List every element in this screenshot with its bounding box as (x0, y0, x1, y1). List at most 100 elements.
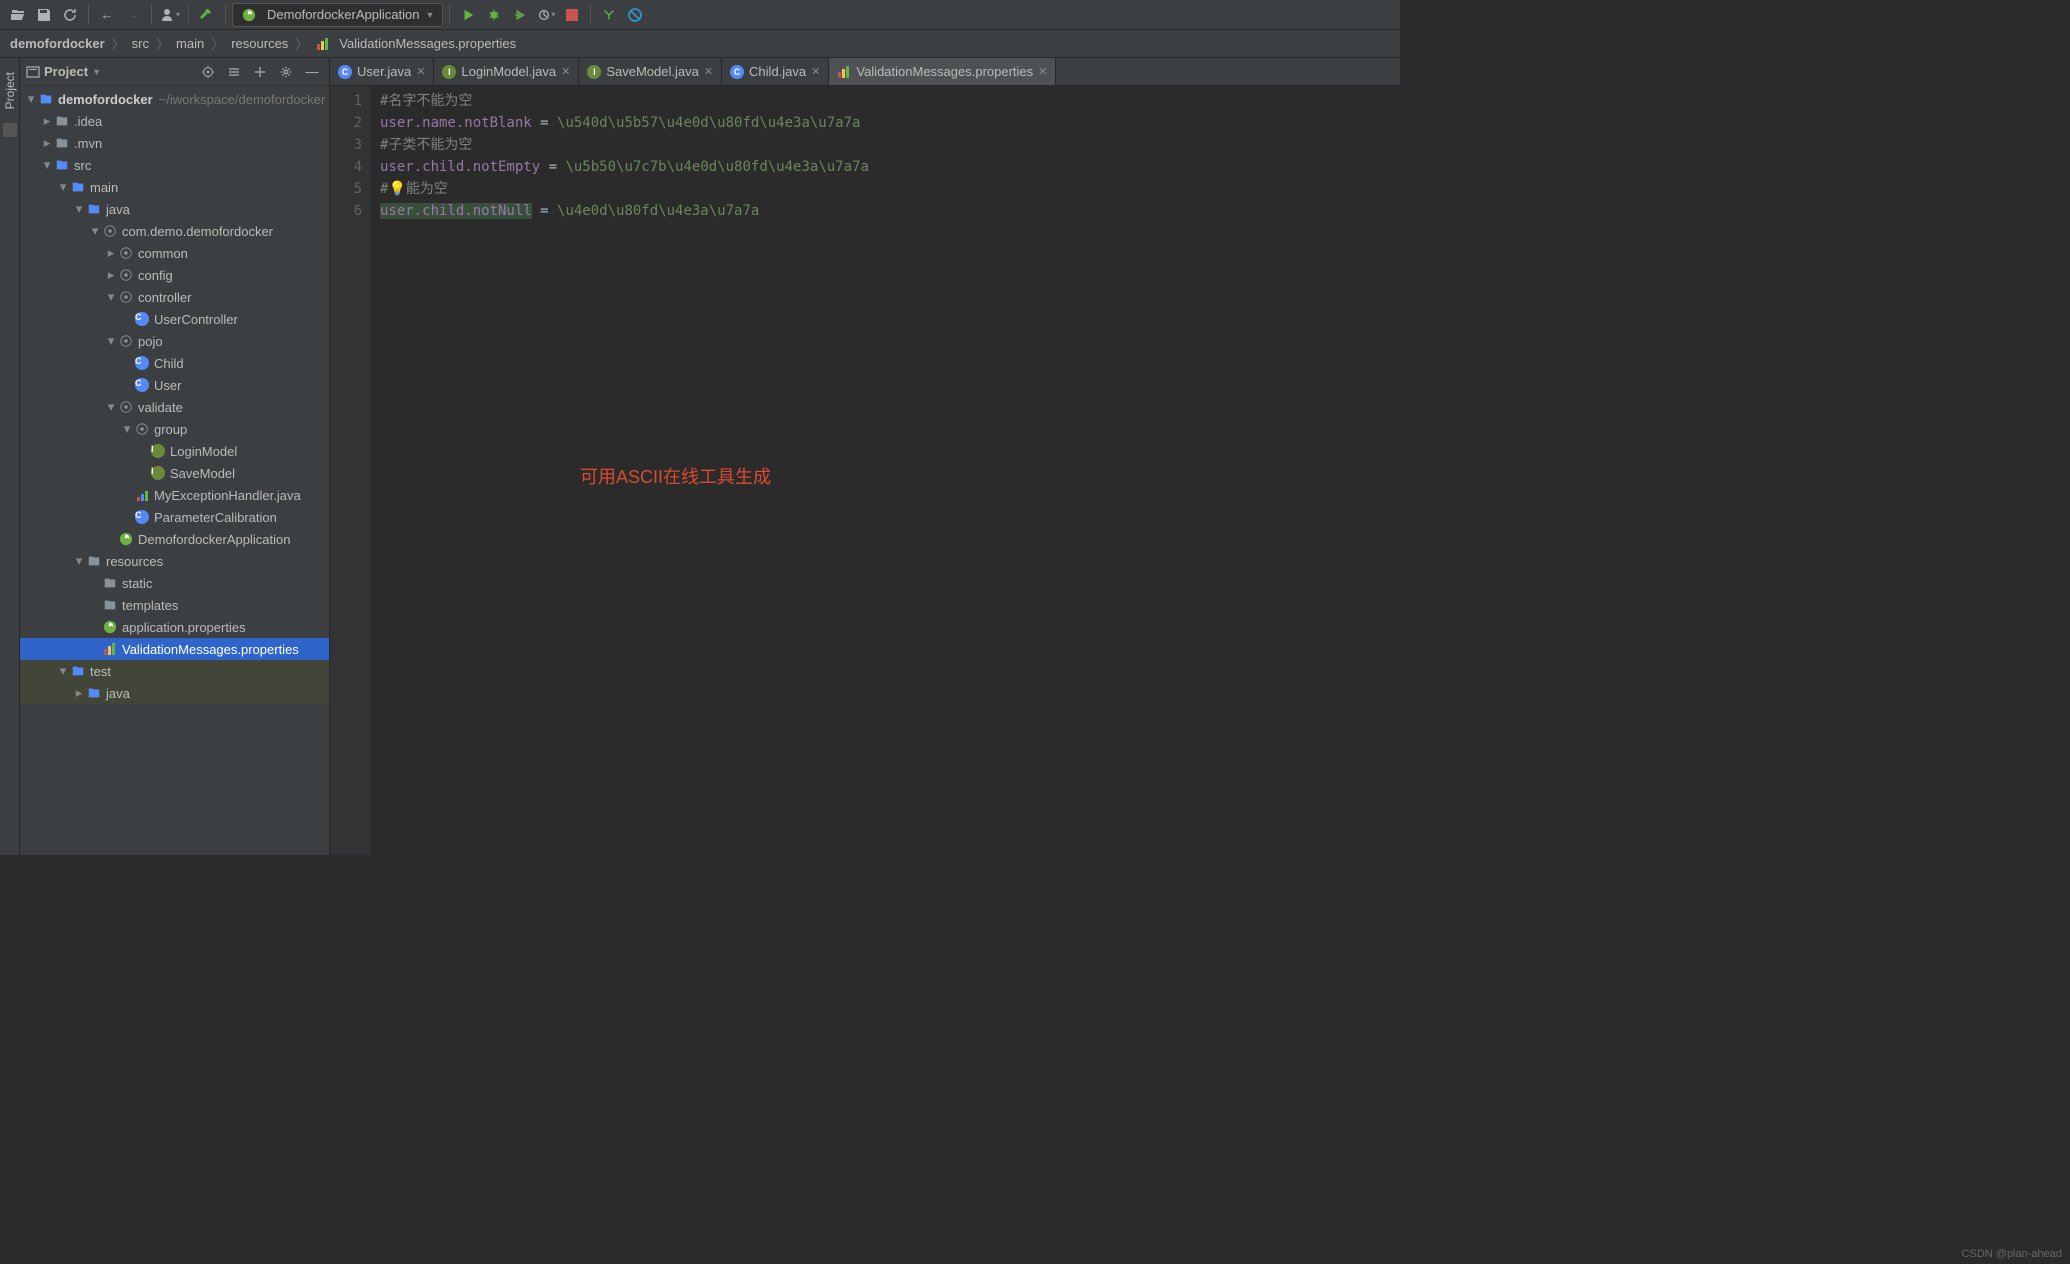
close-icon[interactable]: ✕ (416, 65, 425, 78)
editor-tab[interactable]: ValidationMessages.properties✕ (829, 58, 1056, 85)
code-line[interactable]: user.name.notBlank = \u540d\u5b57\u4e0d\… (380, 112, 1390, 134)
tree-item[interactable]: CUser (20, 374, 329, 396)
tree-item[interactable]: ▾main (20, 176, 329, 198)
editor-tab[interactable]: ILoginModel.java✕ (434, 58, 579, 85)
tree-item[interactable]: ▾pojo (20, 330, 329, 352)
code-line[interactable]: user.child.notNull = \u4e0d\u80fd\u4e3a\… (380, 200, 1390, 222)
tree-item[interactable]: DemofordockerApplication (20, 528, 329, 550)
separator (225, 5, 226, 25)
annotation-text: 可用ASCII在线工具生成 (580, 466, 771, 488)
editor-tabs: CUser.java✕ILoginModel.java✕ISaveModel.j… (330, 58, 1400, 86)
tree-item[interactable]: ISaveModel (20, 462, 329, 484)
run-config-selector[interactable]: DemofordockerApplication ▼ (232, 3, 443, 27)
project-panel-title[interactable]: Project ▼ (26, 64, 193, 79)
tree-item[interactable]: ▾src (20, 154, 329, 176)
stop-icon[interactable] (560, 3, 584, 27)
back-icon[interactable]: ← (95, 3, 119, 27)
expand-icon[interactable] (223, 61, 245, 83)
tree-item[interactable]: ▾controller (20, 286, 329, 308)
tree-item[interactable]: templates (20, 594, 329, 616)
crumb-root[interactable]: demofordocker (10, 36, 105, 51)
code-content[interactable]: #名字不能为空user.name.notBlank = \u540d\u5b57… (370, 86, 1400, 855)
tree-item[interactable]: static (20, 572, 329, 594)
line-gutter: 123456 (330, 86, 370, 855)
chevron-icon: 〉 (295, 34, 308, 53)
tree-item[interactable]: ▸common (20, 242, 329, 264)
breadcrumb: demofordocker 〉 src 〉 main 〉 resources 〉… (0, 30, 1400, 58)
editor-tab[interactable]: CChild.java✕ (722, 58, 829, 85)
code-line[interactable]: #子类不能为空 (380, 134, 1390, 156)
code-line[interactable]: #💡能为空 (380, 178, 1390, 200)
tree-item[interactable]: ▾com.demo.demofordocker (20, 220, 329, 242)
code-editor[interactable]: 123456 #名字不能为空user.name.notBlank = \u540… (330, 86, 1400, 855)
close-icon[interactable]: ✕ (1038, 65, 1047, 78)
locate-icon[interactable] (197, 61, 219, 83)
crumb-item[interactable]: resources (231, 36, 288, 51)
git-update-icon[interactable] (597, 3, 621, 27)
project-panel: Project ▼ — ▾demofordocker~/iworkspace/d… (20, 58, 330, 855)
editor-area: CUser.java✕ILoginModel.java✕ISaveModel.j… (330, 58, 1400, 855)
debug-icon[interactable] (482, 3, 506, 27)
hammer-icon[interactable] (195, 3, 219, 27)
separator (188, 5, 189, 25)
tree-item[interactable]: ▸.mvn (20, 132, 329, 154)
main-toolbar: ← → ▾ DemofordockerApplication ▼ ▾ (0, 0, 1400, 30)
chevron-icon: 〉 (211, 34, 224, 53)
tree-item[interactable]: application.properties (20, 616, 329, 638)
separator (88, 5, 89, 25)
editor-tab[interactable]: ISaveModel.java✕ (579, 58, 722, 85)
close-icon[interactable]: ✕ (704, 65, 713, 78)
separator (449, 5, 450, 25)
user-icon[interactable]: ▾ (158, 3, 182, 27)
profile-icon[interactable]: ▾ (534, 3, 558, 27)
coverage-icon[interactable] (508, 3, 532, 27)
chevron-icon: 〉 (112, 34, 125, 53)
tree-item[interactable]: ▾test (20, 660, 329, 682)
run-config-label: DemofordockerApplication (267, 7, 419, 22)
spring-icon (241, 7, 257, 23)
run-icon[interactable] (456, 3, 480, 27)
tree-item[interactable]: ▾java (20, 198, 329, 220)
crumb-item[interactable]: main (176, 36, 204, 51)
close-icon[interactable]: ✕ (561, 65, 570, 78)
code-line[interactable]: user.child.notEmpty = \u5b50\u7c7b\u4e0d… (380, 156, 1390, 178)
tree-item[interactable]: MyExceptionHandler.java (20, 484, 329, 506)
gear-icon[interactable] (275, 61, 297, 83)
separator (151, 5, 152, 25)
watermark: CSDN @plan-ahead (1962, 1248, 2062, 1260)
tree-item[interactable]: ValidationMessages.properties (20, 638, 329, 660)
tree-item[interactable]: ▾resources (20, 550, 329, 572)
editor-tab[interactable]: CUser.java✕ (330, 58, 434, 85)
project-tree: ▾demofordocker~/iworkspace/demofordocker… (20, 86, 329, 855)
tree-item[interactable]: CUserController (20, 308, 329, 330)
tree-root[interactable]: ▾demofordocker~/iworkspace/demofordocker (20, 88, 329, 110)
no-entry-icon[interactable] (623, 3, 647, 27)
tree-item[interactable]: CChild (20, 352, 329, 374)
separator (590, 5, 591, 25)
tree-item[interactable]: ▸.idea (20, 110, 329, 132)
dropdown-icon: ▼ (425, 10, 434, 20)
tree-item[interactable]: ▸config (20, 264, 329, 286)
tree-item[interactable]: ▾group (20, 418, 329, 440)
dropdown-icon: ▼ (92, 67, 101, 77)
project-vtab[interactable]: Project (1, 64, 19, 117)
crumb-item[interactable]: src (132, 36, 149, 51)
save-icon[interactable] (32, 3, 56, 27)
crumb-file[interactable]: ValidationMessages.properties (339, 36, 516, 51)
collapse-icon[interactable] (249, 61, 271, 83)
refresh-icon[interactable] (58, 3, 82, 27)
chevron-icon: 〉 (156, 34, 169, 53)
minimize-icon[interactable]: — (301, 61, 323, 83)
project-panel-header: Project ▼ — (20, 58, 329, 86)
tree-item[interactable]: ▾validate (20, 396, 329, 418)
tree-item[interactable]: ▸java (20, 682, 329, 704)
forward-icon[interactable]: → (121, 3, 145, 27)
bookmark-icon[interactable] (3, 123, 17, 137)
close-icon[interactable]: ✕ (811, 65, 820, 78)
properties-icon (315, 36, 331, 52)
tree-item[interactable]: ILoginModel (20, 440, 329, 462)
open-icon[interactable] (6, 3, 30, 27)
code-line[interactable]: #名字不能为空 (380, 90, 1390, 112)
tree-item[interactable]: CParameterCalibration (20, 506, 329, 528)
left-tool-bar: Project (0, 58, 20, 855)
